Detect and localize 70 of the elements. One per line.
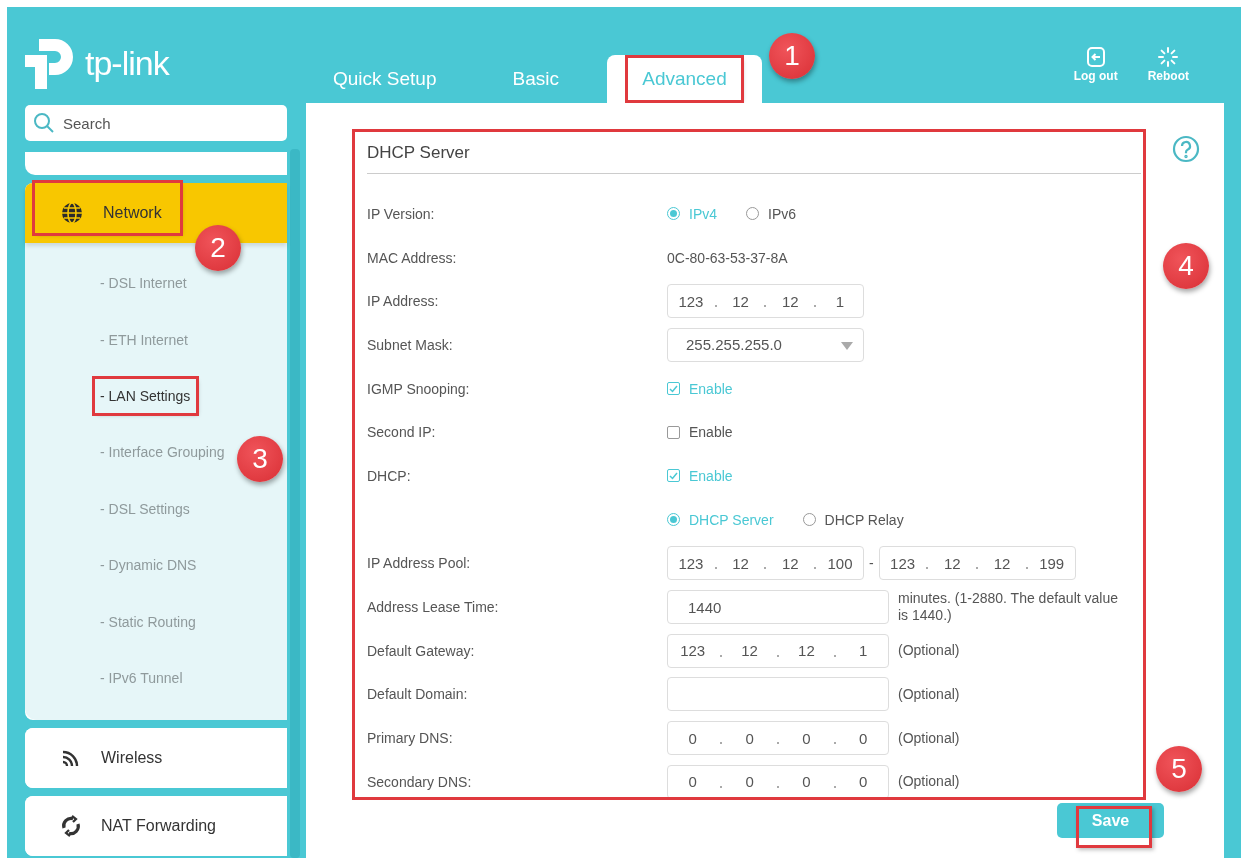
dropdown-select[interactable]: 255.255.255.0 — [667, 327, 864, 362]
submenu-item[interactable]: - Interface Grouping — [95, 435, 231, 470]
ip-address-field[interactable]: 0 0 0 0 — [667, 764, 889, 799]
field-label: IP Address Pool: — [367, 555, 471, 572]
checkbox-option[interactable]: Enable — [667, 467, 733, 484]
text-input[interactable]: 1440 — [667, 590, 889, 625]
globe-icon — [60, 201, 84, 225]
checkbox-option[interactable]: Enable — [667, 380, 733, 397]
search-field[interactable]: Search — [25, 105, 287, 141]
radio-option[interactable]: IPv4 — [667, 205, 717, 222]
step-number-badge: 4 — [1163, 243, 1209, 289]
submenu-item[interactable]: - IPv6 Tunnel — [95, 660, 189, 695]
hint-text: (Optional) — [898, 773, 961, 791]
logout-button[interactable]: Log out — [1073, 46, 1118, 83]
field-value: 0C-80-63-53-37-8A — [667, 249, 788, 266]
ip-address-field[interactable]: 0 0 0 0 — [667, 721, 889, 756]
step-number-badge: 1 — [768, 33, 815, 79]
menu-label: NAT Forwarding — [101, 817, 216, 836]
field-label: IP Version: — [367, 205, 435, 222]
nav-tab[interactable]: Quick Setup — [313, 55, 457, 103]
checkbox[interactable] — [667, 425, 680, 439]
submenu-item[interactable]: - Static Routing — [95, 604, 202, 639]
field-label: Default Gateway: — [367, 642, 475, 659]
menu-label: Wireless — [101, 749, 163, 768]
circular-arrows-icon — [60, 815, 82, 838]
caret-icon — [841, 341, 853, 350]
save-button[interactable]: Save — [1057, 803, 1164, 838]
hint-text: minutes. (1-2880. The default value is 1440.) — [898, 590, 1119, 625]
logout-icon — [1084, 46, 1107, 68]
search-icon — [33, 112, 55, 134]
step-number-badge: 5 — [1156, 746, 1202, 792]
field-label: IGMP Snooping: — [367, 380, 470, 397]
nav-tab[interactable]: Advanced — [606, 55, 762, 103]
field-label: Default Domain: — [367, 686, 468, 703]
ip-address-field[interactable]: 123 12 12 199 — [878, 546, 1076, 581]
text-input[interactable] — [667, 677, 889, 712]
submenu-item[interactable]: - LAN Settings — [95, 378, 197, 413]
reboot-button[interactable]: Reboot — [1147, 46, 1189, 83]
submenu-item[interactable]: - DSL Settings — [95, 491, 196, 526]
range-separator: - — [869, 555, 874, 572]
hint-text: (Optional) — [898, 729, 961, 747]
field-label: Second IP: — [367, 424, 436, 441]
hint-text: (Optional) — [898, 685, 961, 703]
radio-option[interactable]: IPv6 — [746, 205, 797, 222]
ip-address-field[interactable]: 123 12 12 100 — [667, 546, 864, 581]
field-label: Secondary DNS: — [367, 773, 472, 790]
nav-tab[interactable]: Basic — [492, 55, 579, 103]
checkbox-option[interactable]: Enable — [667, 424, 733, 441]
field-label: Address Lease Time: — [367, 599, 499, 616]
help-icon[interactable] — [1172, 135, 1200, 163]
sunburst-icon — [1157, 46, 1180, 68]
radio-option[interactable]: DHCP Relay — [802, 511, 904, 528]
checkbox[interactable] — [667, 382, 680, 396]
section-title: DHCP Server — [367, 142, 471, 164]
field-label: MAC Address: — [367, 249, 457, 266]
field-label: Primary DNS: — [367, 730, 453, 747]
checkbox[interactable] — [667, 469, 680, 483]
field-label: DHCP: — [367, 467, 411, 484]
submenu-item[interactable]: - DSL Internet — [95, 266, 193, 301]
step-number-badge: 3 — [237, 436, 283, 483]
hint-text: (Optional) — [898, 642, 961, 660]
logo-text: tp-link — [85, 43, 169, 83]
menu-label: Network — [103, 204, 162, 222]
radio-option[interactable]: DHCP Server — [667, 511, 774, 528]
ip-address-field[interactable]: 123 12 12 1 — [667, 284, 864, 319]
field-label: IP Address: — [367, 293, 439, 310]
field-label: Subnet Mask: — [367, 336, 453, 353]
submenu-item[interactable]: - Dynamic DNS — [95, 548, 203, 583]
ip-address-field[interactable]: 123 12 12 1 — [667, 633, 889, 668]
submenu-item[interactable]: - ETH Internet — [95, 322, 194, 357]
